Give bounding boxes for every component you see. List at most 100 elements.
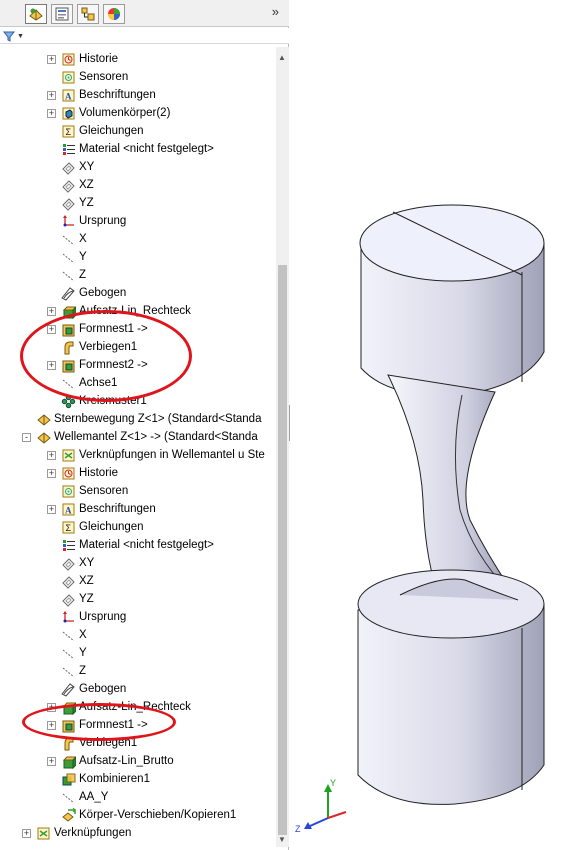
- graphics-viewport[interactable]: Y Z: [290, 0, 574, 850]
- tree-item[interactable]: Y: [61, 644, 87, 662]
- expand-icon[interactable]: +: [47, 55, 56, 64]
- tree-item[interactable]: XZ: [61, 572, 94, 590]
- tree-item[interactable]: XY: [61, 554, 94, 572]
- tree-item[interactable]: Σ Gleichungen: [61, 518, 144, 536]
- plane-icon: [61, 574, 76, 589]
- expand-icon[interactable]: +: [47, 91, 56, 100]
- tree-item[interactable]: Verknüpfungen in Wellemantel u Ste: [61, 446, 265, 464]
- sensor-icon: [61, 484, 76, 499]
- tree-item-label: Wellemantel Z<1> -> (Standard<Standa: [54, 431, 258, 443]
- tree-item[interactable]: Sensoren: [61, 68, 128, 86]
- feature-manager-tab[interactable]: [25, 4, 47, 24]
- tree-item[interactable]: Historie: [61, 50, 118, 68]
- tree-item[interactable]: Z: [61, 662, 86, 680]
- expand-icon[interactable]: +: [22, 829, 31, 838]
- collapse-icon[interactable]: -: [22, 433, 31, 442]
- tree-item[interactable]: Sensoren: [61, 482, 128, 500]
- tree-item[interactable]: Historie: [61, 464, 118, 482]
- tree-item[interactable]: Material <nicht festgelegt>: [61, 536, 214, 554]
- tree-item[interactable]: Aufsatz-Lin_Brutto: [61, 752, 174, 770]
- tree-item[interactable]: Ursprung: [61, 212, 126, 230]
- filter-button[interactable]: ▼: [3, 29, 27, 43]
- tree-item-label: Gebogen: [79, 287, 127, 299]
- expand-icon[interactable]: +: [47, 505, 56, 514]
- tree-item[interactable]: XZ: [61, 176, 94, 194]
- tree-item-label: Y: [79, 251, 87, 263]
- move-copy-body-icon: [61, 807, 76, 823]
- tree-item-label: XZ: [79, 179, 94, 191]
- tree-scrollbar[interactable]: ▲ ▼: [276, 47, 289, 847]
- scroll-thumb[interactable]: [278, 265, 287, 835]
- annotation-icon: A: [61, 502, 76, 517]
- tree-item[interactable]: Z: [61, 266, 86, 284]
- tree-item[interactable]: AA_Y: [61, 788, 108, 806]
- part-icon: [36, 430, 51, 445]
- chevron-down-icon: ▼: [17, 32, 24, 40]
- triad-z-label: Z: [295, 824, 301, 834]
- tree-item[interactable]: Verknüpfungen: [36, 824, 131, 842]
- axis-icon: [61, 790, 76, 805]
- tree-item-label: Historie: [79, 467, 118, 479]
- filter-icon: [3, 31, 15, 42]
- tree-item-label: X: [79, 629, 87, 641]
- tree-item[interactable]: Σ Gleichungen: [61, 122, 144, 140]
- scroll-up-icon[interactable]: ▲: [278, 53, 286, 62]
- axis-icon: [61, 664, 76, 679]
- history-icon: [61, 52, 76, 67]
- expand-icon[interactable]: +: [47, 469, 56, 478]
- tree-item[interactable]: Ursprung: [61, 608, 126, 626]
- tree-item[interactable]: Wellemantel Z<1> -> (Standard<Standa: [36, 428, 258, 446]
- tree-item[interactable]: A Beschriftungen: [61, 500, 156, 518]
- plane-icon: [61, 556, 76, 571]
- tree-item-label: Historie: [79, 53, 118, 65]
- tree-item[interactable]: YZ: [61, 590, 94, 608]
- mates-icon: [36, 826, 51, 841]
- annotation-icon: A: [61, 88, 76, 103]
- expand-icon[interactable]: +: [47, 757, 56, 766]
- tree-item[interactable]: Sternbewegung Z<1> (Standard<Standa: [36, 410, 261, 428]
- tab-overflow-button[interactable]: »: [272, 4, 279, 19]
- axis-icon: [61, 232, 76, 247]
- axis-icon: [61, 646, 76, 661]
- tree-item[interactable]: Körper-Verschieben/Kopieren1: [61, 806, 236, 824]
- combine-icon: [61, 772, 76, 787]
- tree-item[interactable]: Gebogen: [61, 284, 126, 302]
- tree-item[interactable]: Gebogen: [61, 680, 126, 698]
- tree-item-label: Y: [79, 647, 87, 659]
- tree-item[interactable]: Kombinieren1: [61, 770, 150, 788]
- tree-item-label: Sternbewegung Z<1> (Standard<Standa: [54, 413, 262, 425]
- plane-icon: [61, 178, 76, 193]
- tree-item[interactable]: XY: [61, 158, 94, 176]
- scroll-down-icon[interactable]: ▼: [278, 835, 286, 844]
- expand-icon[interactable]: +: [47, 451, 56, 460]
- history-icon: [61, 466, 76, 481]
- svg-text:Σ: Σ: [66, 127, 72, 137]
- tree-item[interactable]: Y: [61, 248, 87, 266]
- plane-icon: [61, 592, 76, 607]
- expand-icon[interactable]: +: [47, 109, 56, 118]
- extrude-icon: [61, 754, 76, 769]
- display-manager-tab[interactable]: [103, 4, 125, 24]
- tree-item-label: Körper-Verschieben/Kopieren1: [79, 809, 237, 821]
- tree-item-label: Sensoren: [79, 485, 129, 497]
- material-icon: [61, 142, 76, 157]
- expand-icon[interactable]: +: [47, 307, 56, 316]
- view-triad: Y Z: [295, 778, 347, 834]
- tree-item-label: Sensoren: [79, 71, 129, 83]
- tree-item[interactable]: Volumenkörper(2): [61, 104, 170, 122]
- tree-item[interactable]: X: [61, 230, 87, 248]
- solid-bodies-icon: [61, 106, 76, 121]
- svg-text:A: A: [65, 505, 72, 515]
- part-3d-view: Y Z: [295, 204, 545, 834]
- tree-item[interactable]: X: [61, 626, 87, 644]
- part-icon: [36, 412, 51, 427]
- configuration-manager-tab[interactable]: [77, 4, 99, 24]
- tree-item-label: Kombinieren1: [79, 773, 150, 785]
- tree-item[interactable]: Material <nicht festgelegt>: [61, 140, 214, 158]
- tree-item-label: Beschriftungen: [79, 89, 156, 101]
- tree-item[interactable]: YZ: [61, 194, 94, 212]
- tree-item[interactable]: A Beschriftungen: [61, 86, 156, 104]
- sketch-icon: [61, 682, 76, 697]
- property-manager-tab[interactable]: [51, 4, 73, 24]
- highlight-oval-upper: [20, 310, 192, 402]
